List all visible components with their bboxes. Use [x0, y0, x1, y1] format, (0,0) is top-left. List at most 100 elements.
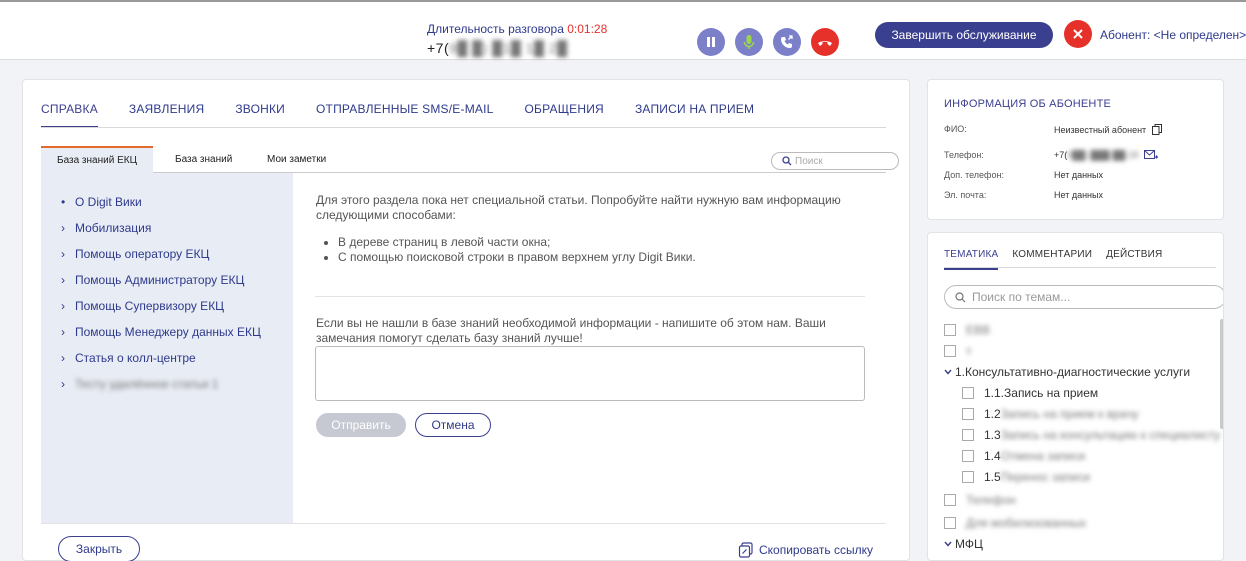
topic-item[interactable]: Телефон	[944, 493, 1016, 507]
main-tabs: СПРАВКА ЗАЯВЛЕНИЯ ЗВОНКИ ОТПРАВЛЕННЫЕ SM…	[41, 102, 785, 128]
search-icon	[782, 156, 792, 166]
cancel-button[interactable]: Отмена	[415, 413, 491, 437]
subscriber-label: Абонент: <Не определен>	[1100, 28, 1246, 42]
chevron-down-icon	[944, 369, 952, 375]
call-toolbar: Длительность разговора 0:01:28 +7(9█ █) …	[0, 0, 1246, 60]
article-content: Для этого раздела пока нет специальной с…	[316, 193, 876, 265]
topic-checkbox[interactable]	[962, 387, 974, 399]
send-button[interactable]: Отправить	[316, 413, 406, 437]
close-button[interactable]: Закрыть	[58, 536, 140, 561]
article-intro: Для этого раздела пока нет специальной с…	[316, 193, 841, 222]
copy-icon[interactable]	[1152, 124, 1163, 135]
topic-checkbox[interactable]	[962, 450, 974, 462]
hang-up-icon	[818, 41, 832, 46]
chevron-right-icon: ›	[61, 351, 65, 365]
chevron-down-icon	[944, 541, 952, 547]
topics-tabs-divider	[944, 267, 1216, 268]
topic-group-label: МФЦ	[955, 537, 983, 551]
topic-subitem[interactable]: 1.3 Запись на консультацию к специалисту	[962, 428, 1220, 442]
knowledge-subtabs: База знаний ЕКЦ База знаний Мои заметки …	[41, 146, 899, 173]
chevron-right-icon: ›	[61, 221, 65, 235]
call-duration: Длительность разговора 0:01:28	[427, 22, 607, 36]
finish-service-button[interactable]: Завершить обслуживание	[875, 22, 1053, 48]
subtab-my-notes[interactable]: Мои заметки	[251, 146, 342, 173]
info-value: Нет данных	[1054, 190, 1103, 200]
feedback-textarea[interactable]	[315, 346, 865, 401]
tree-item-call-center-article[interactable]: › Статья о колл-центре	[61, 351, 293, 377]
topic-item[interactable]: т	[944, 344, 972, 358]
topic-label: Для мобилизованных	[966, 516, 1086, 530]
topics-card: ТЕМАТИКА КОММЕНТАРИИ ДЕЙСТВИЯ Поиск по т…	[927, 232, 1224, 561]
topic-label: Телефон	[966, 493, 1016, 507]
subtab-knowledge-base[interactable]: База знаний	[159, 146, 248, 173]
tree-item-mobilization[interactable]: › Мобилизация	[61, 221, 293, 247]
tab-help[interactable]: СПРАВКА	[41, 102, 98, 128]
hang-up-button[interactable]	[811, 28, 839, 56]
chevron-right-icon: ›	[61, 377, 65, 391]
search-icon	[955, 291, 966, 302]
tab-applications[interactable]: ЗАЯВЛЕНИЯ	[129, 102, 204, 128]
info-label: ФИО:	[944, 124, 967, 134]
tree-item-admin-help[interactable]: › Помощь Администратору ЕКЦ	[61, 273, 293, 299]
info-value-text: +7(	[1054, 150, 1068, 160]
topics-scrollbar[interactable]	[1220, 319, 1223, 429]
info-value-text: Неизвестный абонент	[1054, 124, 1147, 135]
topic-subitem[interactable]: 1.4 Отмена записи	[962, 449, 1085, 463]
microphone-icon	[743, 35, 755, 49]
topic-group[interactable]: МФЦ	[944, 537, 983, 551]
transfer-call-button[interactable]	[773, 28, 801, 56]
topic-checkbox[interactable]	[962, 471, 974, 483]
tree-item-label: Помощь Администратору ЕКЦ	[75, 273, 245, 287]
subscriber-info-card: ИНФОРМАЦИЯ ОБ АБОНЕНТЕ ФИО: Неизвестный …	[927, 79, 1224, 220]
article-way-item: В дереве страниц в левой части окна;	[338, 235, 876, 250]
topic-item[interactable]: ЕВВ	[944, 323, 990, 337]
topic-label: 1.2	[984, 407, 1001, 421]
tree-item-label: Мобилизация	[75, 221, 152, 235]
article-ways-list: В дереве страниц в левой части окна; С п…	[338, 235, 876, 265]
chevron-right-icon: ›	[61, 299, 65, 313]
info-value-hidden: 9██) ███-██-28	[1067, 150, 1139, 160]
tree-item-hidden[interactable]: › Тесту удалённое статьи 1	[61, 377, 293, 403]
topic-label: 1.3	[984, 428, 1001, 442]
chevron-right-icon: ›	[61, 247, 65, 261]
tree-item-operator-help[interactable]: › Помощь оператору ЕКЦ	[61, 247, 293, 273]
topic-label: ЕВВ	[966, 323, 991, 337]
copy-link-label: Скопировать ссылку	[759, 543, 874, 557]
topic-checkbox[interactable]	[944, 324, 956, 336]
close-icon	[1073, 29, 1083, 39]
tab-sent-messages[interactable]: ОТПРАВЛЕННЫЕ SMS/E-MAIL	[316, 102, 493, 128]
topic-item[interactable]: Для мобилизованных	[944, 516, 1086, 530]
topic-checkbox[interactable]	[944, 517, 956, 529]
topic-checkbox[interactable]	[944, 345, 956, 357]
call-duration-label: Длительность разговора	[427, 22, 564, 36]
copy-link-button[interactable]: Скопировать ссылку	[738, 542, 873, 558]
topic-label: 1.4	[984, 449, 1001, 463]
wiki-search-input[interactable]: Поиск	[771, 152, 899, 170]
tree-item-data-manager-help[interactable]: › Помощь Менеджеру данных ЕКЦ	[61, 325, 293, 351]
tree-item-supervisor-help[interactable]: › Помощь Супервизору ЕКЦ	[61, 299, 293, 325]
topic-subitem[interactable]: 1.1.Запись на прием	[962, 386, 1098, 400]
pause-button[interactable]	[697, 28, 725, 56]
topic-label: 1.1.Запись на прием	[984, 386, 1099, 400]
subtab-ekc-knowledge-base[interactable]: База знаний ЕКЦ	[41, 146, 153, 173]
topics-search-input[interactable]: Поиск по темам...	[944, 285, 1223, 309]
topic-checkbox[interactable]	[962, 429, 974, 441]
send-message-icon[interactable]	[1144, 150, 1159, 160]
topic-group[interactable]: 1.Консультативно-диагностические услуги	[944, 365, 1190, 379]
feedback-text: Если вы не нашли в базе знаний необходим…	[316, 316, 826, 345]
info-label: Доп. телефон:	[944, 170, 1004, 180]
tab-calls[interactable]: ЗВОНКИ	[235, 102, 285, 128]
topic-checkbox[interactable]	[944, 494, 956, 506]
bullet-icon: •	[61, 195, 66, 209]
help-panel: СПРАВКА ЗАЯВЛЕНИЯ ЗВОНКИ ОТПРАВЛЕННЫЕ SM…	[22, 79, 910, 561]
tab-requests[interactable]: ОБРАЩЕНИЯ	[525, 102, 604, 128]
topic-checkbox[interactable]	[962, 408, 974, 420]
close-call-button[interactable]	[1064, 20, 1092, 48]
tab-appointments[interactable]: ЗАПИСИ НА ПРИЕМ	[635, 102, 754, 128]
tree-item-label: Тесту удалённое статьи 1	[75, 377, 219, 391]
topic-subitem[interactable]: 1.2 Запись на прием к врачу	[962, 407, 1138, 421]
microphone-button[interactable]	[735, 28, 763, 56]
tree-item-about[interactable]: • О Digit Вики	[61, 195, 293, 221]
topic-subitem[interactable]: 1.5 Перенос записи	[962, 470, 1090, 484]
phone-transfer-icon	[781, 35, 793, 48]
